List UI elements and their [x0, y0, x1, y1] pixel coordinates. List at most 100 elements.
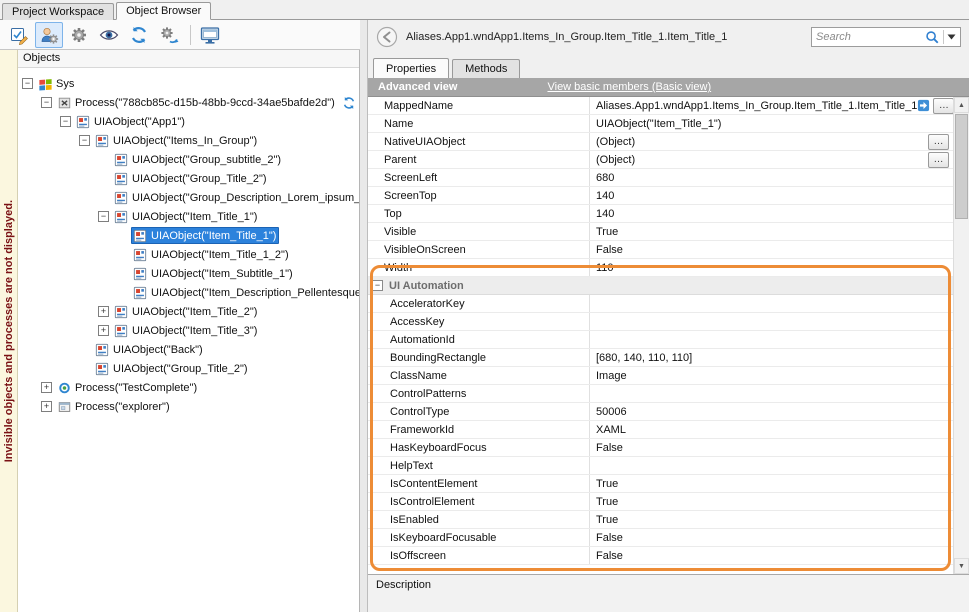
object-checklist-icon[interactable]: [5, 22, 33, 48]
property-row[interactable]: HelpText: [368, 457, 953, 475]
tree-node[interactable]: −Process("788cb85c-d15b-48bb-9ccd-34ae5b…: [18, 93, 359, 112]
property-row[interactable]: NativeUIAObject(Object)…: [368, 133, 953, 151]
property-row[interactable]: BoundingRectangle[680, 140, 110, 110]: [368, 349, 953, 367]
name-mapping-icon[interactable]: [917, 99, 930, 112]
tree-node-label: UIAObject("Group_Title_2"): [113, 363, 248, 375]
property-row[interactable]: HasKeyboardFocusFalse: [368, 439, 953, 457]
property-name: ControlPatterns: [390, 388, 466, 400]
property-row[interactable]: IsControlElementTrue: [368, 493, 953, 511]
ellipsis-button[interactable]: …: [928, 134, 949, 150]
property-name: IsOffscreen: [390, 550, 446, 562]
property-value: False: [596, 550, 623, 562]
tree-node[interactable]: UIAObject("Group_Title_2"): [18, 359, 359, 378]
ellipsis-button[interactable]: …: [928, 152, 949, 168]
property-row[interactable]: ScreenTop140: [368, 187, 953, 205]
property-value: 110: [596, 262, 614, 274]
uia-icon: [94, 342, 110, 357]
tested-app-badge-icon: [342, 96, 356, 110]
objects-tree: −Sys−Process("788cb85c-d15b-48bb-9ccd-34…: [18, 68, 359, 612]
tree-node[interactable]: UIAObject("Group_Description_Lorem_ipsum…: [18, 188, 359, 207]
tree-node[interactable]: +UIAObject("Item_Title_2"): [18, 302, 359, 321]
breadcrumb: Aliases.App1.wndApp1.Items_In_Group.Item…: [406, 31, 803, 43]
property-name: IsControlElement: [390, 496, 474, 508]
collapse-icon[interactable]: −: [79, 135, 90, 146]
scroll-thumb[interactable]: [955, 114, 968, 219]
property-row[interactable]: MappedNameAliases.App1.wndApp1.Items_In_…: [368, 97, 953, 115]
tree-node[interactable]: UIAObject("Item_Description_Pellentesque: [18, 283, 359, 302]
property-name: FrameworkId: [390, 424, 454, 436]
tab-methods[interactable]: Methods: [452, 59, 520, 78]
scroll-down-arrow-icon[interactable]: ▼: [954, 558, 969, 574]
property-row[interactable]: NameUIAObject("Item_Title_1"): [368, 115, 953, 133]
tree-node[interactable]: UIAObject("Item_Title_1_2"): [18, 245, 359, 264]
property-name: ScreenTop: [384, 190, 437, 202]
tab-project-workspace[interactable]: Project Workspace: [2, 3, 114, 20]
property-value: False: [596, 442, 623, 454]
processtc-icon: [56, 380, 72, 395]
property-name: BoundingRectangle: [390, 352, 486, 364]
tree-node-label: UIAObject("Back"): [113, 344, 203, 356]
property-row[interactable]: ScreenLeft680: [368, 169, 953, 187]
property-row[interactable]: ControlType50006: [368, 403, 953, 421]
tree-node[interactable]: UIAObject("Group_Title_2"): [18, 169, 359, 188]
property-row[interactable]: AutomationId: [368, 331, 953, 349]
property-row[interactable]: IsOffscreen False: [368, 547, 953, 565]
monitor-icon[interactable]: [196, 22, 224, 48]
view-eye-icon[interactable]: [95, 22, 123, 48]
tree-node[interactable]: −UIAObject("Items_In_Group"): [18, 131, 359, 150]
section-header-ui-automation[interactable]: −UI Automation: [368, 277, 953, 295]
collapse-icon[interactable]: −: [372, 280, 383, 291]
tree-node[interactable]: UIAObject("Item_Title_1"): [18, 226, 359, 245]
collapse-icon[interactable]: −: [98, 211, 109, 222]
property-row[interactable]: Parent(Object)…: [368, 151, 953, 169]
property-row[interactable]: AcceleratorKey: [368, 295, 953, 313]
property-value: 680: [596, 172, 614, 184]
property-row[interactable]: ClassNameImage: [368, 367, 953, 385]
search-input[interactable]: [816, 31, 922, 43]
property-row[interactable]: VisibleOnScreenFalse: [368, 241, 953, 259]
collapse-icon[interactable]: −: [60, 116, 71, 127]
property-row[interactable]: IsEnabledTrue: [368, 511, 953, 529]
property-row[interactable]: FrameworkIdXAML: [368, 421, 953, 439]
process-settings-icon[interactable]: [155, 22, 183, 48]
back-button[interactable]: [376, 26, 398, 48]
property-name: Parent: [384, 154, 416, 166]
expand-icon[interactable]: +: [98, 306, 109, 317]
tree-node[interactable]: −Sys: [18, 74, 359, 93]
scroll-up-arrow-icon[interactable]: ▲: [954, 97, 969, 113]
expand-icon[interactable]: +: [41, 401, 52, 412]
tree-node[interactable]: UIAObject("Back"): [18, 340, 359, 359]
property-row[interactable]: AccessKey: [368, 313, 953, 331]
property-row[interactable]: IsKeyboardFocusableFalse: [368, 529, 953, 547]
expand-icon[interactable]: +: [98, 325, 109, 336]
property-row[interactable]: ControlPatterns: [368, 385, 953, 403]
property-name: ControlType: [390, 406, 449, 418]
uia-icon: [132, 247, 148, 262]
tab-properties[interactable]: Properties: [373, 58, 449, 78]
tree-node[interactable]: +Process("TestComplete"): [18, 378, 359, 397]
scrollbar[interactable]: ▲ ▼: [953, 97, 969, 574]
search-icon[interactable]: [925, 30, 940, 45]
refresh-icon[interactable]: [125, 22, 153, 48]
tree-node[interactable]: UIAObject("Item_Subtitle_1"): [18, 264, 359, 283]
collapse-icon[interactable]: −: [22, 78, 33, 89]
panel-splitter[interactable]: [360, 20, 368, 612]
settings-gear-icon[interactable]: [65, 22, 93, 48]
search-dropdown-caret-icon[interactable]: [947, 34, 956, 40]
expand-icon[interactable]: +: [41, 382, 52, 393]
tree-node[interactable]: −UIAObject("Item_Title_1"): [18, 207, 359, 226]
user-settings-icon[interactable]: [35, 22, 63, 48]
objects-panel-header: Objects: [18, 50, 359, 68]
tree-node[interactable]: −UIAObject("App1"): [18, 112, 359, 131]
tree-node[interactable]: +Process("explorer"): [18, 397, 359, 416]
property-row[interactable]: VisibleTrue: [368, 223, 953, 241]
tree-node[interactable]: +UIAObject("Item_Title_3"): [18, 321, 359, 340]
ellipsis-button[interactable]: …: [933, 98, 953, 114]
tree-node[interactable]: UIAObject("Group_subtitle_2"): [18, 150, 359, 169]
property-row[interactable]: Top140: [368, 205, 953, 223]
property-row[interactable]: Width110: [368, 259, 953, 277]
collapse-icon[interactable]: −: [41, 97, 52, 108]
property-row[interactable]: IsContentElementTrue: [368, 475, 953, 493]
basic-view-link[interactable]: View basic members (Basic view): [547, 81, 711, 93]
tab-object-browser[interactable]: Object Browser: [116, 2, 211, 20]
